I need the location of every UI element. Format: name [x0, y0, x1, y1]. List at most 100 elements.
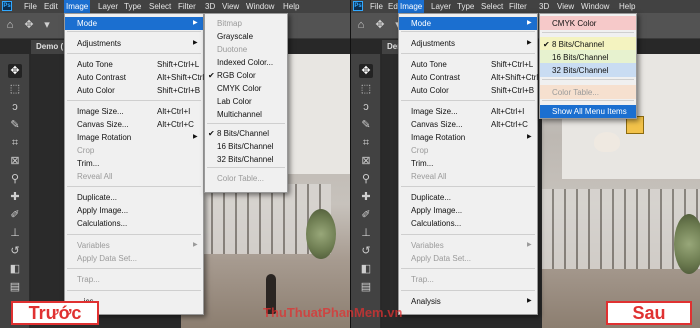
image-menu-item[interactable]: Trim... [399, 157, 537, 170]
menu-layer[interactable]: Layer [429, 0, 453, 13]
image-menu-item[interactable]: Image Size... Alt+Ctrl+I [399, 105, 537, 118]
move-tool-icon[interactable]: ✥ [359, 64, 373, 78]
image-menu-item[interactable]: Adjustments ▶ [399, 37, 537, 50]
menu-help[interactable]: Help [281, 0, 301, 13]
eyedropper-tool-icon[interactable]: ⚲ [8, 172, 22, 186]
image-menu-item[interactable]: Apply Image... [399, 204, 537, 217]
document-tab[interactable]: Demo ( [31, 40, 67, 54]
menu-file[interactable]: File [22, 0, 39, 13]
menu-item-label: Reveal All [77, 172, 113, 181]
menu-view[interactable]: View [220, 0, 241, 13]
mode-menu-item[interactable]: 32 Bits/Channel [540, 64, 636, 77]
image-menu-item[interactable]: Auto Tone Shift+Ctrl+L [399, 58, 537, 71]
image-menu-item[interactable]: Canvas Size... Alt+Ctrl+C [65, 118, 203, 131]
menu-filter[interactable]: Filter [507, 0, 529, 13]
clone-stamp-icon[interactable]: ⊥ [359, 226, 373, 240]
plant [674, 214, 700, 274]
quick-select-tool-icon[interactable]: ✎ [8, 118, 22, 132]
mode-menu-item[interactable]: Indexed Color... [205, 56, 287, 69]
gradient-tool-icon[interactable]: ▤ [8, 280, 22, 294]
brush-tool-icon[interactable]: ✐ [8, 208, 22, 222]
image-menu-item[interactable]: Auto Contrast Alt+Shift+Ctrl+L [65, 71, 213, 84]
menu-help[interactable]: Help [617, 0, 637, 13]
menu-view[interactable]: View [555, 0, 576, 13]
image-menu-item[interactable]: Duplicate... [65, 191, 203, 204]
marquee-tool-icon[interactable]: ⬚ [359, 82, 373, 96]
marquee-tool-icon[interactable]: ⬚ [8, 82, 22, 96]
mode-menu-item[interactable]: Show All Menu Items [540, 105, 636, 118]
menu-3d[interactable]: 3D [537, 0, 551, 13]
image-menu-item[interactable]: Auto Color Shift+Ctrl+B [65, 84, 203, 97]
mode-menu-item[interactable]: Multichannel [205, 108, 287, 121]
menu-image[interactable]: Image [398, 0, 425, 13]
eyedropper-tool-icon[interactable]: ⚲ [359, 172, 373, 186]
image-menu-item[interactable]: Auto Tone Shift+Ctrl+L [65, 58, 203, 71]
menu-select[interactable]: Select [147, 0, 173, 13]
clone-stamp-icon[interactable]: ⊥ [8, 226, 22, 240]
menu-item-label: CMYK Color [552, 19, 597, 28]
image-menu-item[interactable]: Auto Color Shift+Ctrl+B [399, 84, 537, 97]
mode-menu-item[interactable]: ✔ RGB Color [205, 69, 287, 82]
menu-3d[interactable]: 3D [203, 0, 217, 13]
lasso-tool-icon[interactable]: ↄ [359, 100, 373, 114]
image-menu-item[interactable]: Mode ▶ [65, 17, 203, 30]
lasso-tool-icon[interactable]: ↄ [8, 100, 22, 114]
submenu-arrow-icon: ▶ [527, 20, 532, 26]
image-menu-item[interactable]: Mode ▶ [399, 17, 537, 30]
image-menu-item[interactable]: Auto Contrast Alt+Shift+Ctrl+L [399, 71, 547, 84]
mode-menu-item[interactable]: CMYK Color [540, 17, 636, 30]
image-menu-item[interactable]: Image Rotation ▶ [65, 131, 203, 144]
image-menu-item[interactable]: Calculations... [65, 217, 203, 230]
move-tool-icon[interactable]: ✥ [22, 18, 36, 32]
frame-tool-icon[interactable]: ⊠ [359, 154, 373, 168]
image-menu-item[interactable]: Analysis ▶ [399, 295, 537, 308]
image-menu-item[interactable]: Image Rotation ▶ [399, 131, 537, 144]
menu-window[interactable]: Window [244, 0, 276, 13]
gradient-tool-icon[interactable]: ▤ [359, 280, 373, 294]
quick-select-tool-icon[interactable]: ✎ [359, 118, 373, 132]
menu-item-label: 8 Bits/Channel [217, 129, 270, 138]
crop-tool-icon[interactable]: ⌗ [359, 136, 373, 150]
image-menu-item[interactable]: Image Size... Alt+Ctrl+I [65, 105, 203, 118]
image-menu-item[interactable]: Trim... [65, 157, 203, 170]
healing-brush-icon[interactable]: ✚ [359, 190, 373, 204]
frame-tool-icon[interactable]: ⊠ [8, 154, 22, 168]
mode-menu-item[interactable]: 16 Bits/Channel [205, 140, 287, 153]
mode-menu-item[interactable]: Grayscale [205, 30, 287, 43]
menu-type[interactable]: Type [122, 0, 143, 13]
move-tool-icon[interactable]: ✥ [373, 18, 387, 32]
move-tool-icon[interactable]: ✥ [8, 64, 22, 78]
menu-select[interactable]: Select [479, 0, 505, 13]
menu-shortcut: Alt+Ctrl+I [157, 107, 191, 116]
image-menu-item[interactable]: Adjustments ▶ [65, 37, 203, 50]
home-icon[interactable]: ⌂ [3, 18, 17, 32]
eraser-tool-icon[interactable]: ◧ [359, 262, 373, 276]
image-menu-item[interactable]: Canvas Size... Alt+Ctrl+C [399, 118, 537, 131]
brush-tool-icon[interactable]: ✐ [359, 208, 373, 222]
healing-brush-icon[interactable]: ✚ [8, 190, 22, 204]
home-icon[interactable]: ⌂ [354, 18, 368, 32]
eraser-tool-icon[interactable]: ◧ [8, 262, 22, 276]
crop-tool-icon[interactable]: ⌗ [8, 136, 22, 150]
mode-menu-item[interactable]: 32 Bits/Channel [205, 153, 287, 166]
image-menu-item[interactable]: Apply Image... [65, 204, 203, 217]
menu-type[interactable]: Type [455, 0, 476, 13]
menu-item-label: Trim... [411, 159, 434, 168]
menu-edit[interactable]: Edit [42, 0, 60, 13]
history-brush-icon[interactable]: ↺ [8, 244, 22, 258]
menu-item-label: 8 Bits/Channel [552, 40, 605, 49]
image-menu-item[interactable]: Calculations... [399, 217, 537, 230]
image-menu-item[interactable]: Duplicate... [399, 191, 537, 204]
mode-menu-item[interactable]: ✔ 8 Bits/Channel [205, 127, 287, 140]
menu-layer[interactable]: Layer [96, 0, 120, 13]
mode-menu-item[interactable]: Lab Color [205, 95, 287, 108]
image-menu-item: Crop [65, 144, 203, 157]
menu-file[interactable]: File [368, 0, 385, 13]
menu-image[interactable]: Image [64, 0, 91, 13]
history-brush-icon[interactable]: ↺ [359, 244, 373, 258]
panel-before: Ps File Edit Image Layer Type Select Fil… [0, 0, 350, 328]
menu-filter[interactable]: Filter [176, 0, 198, 13]
dropdown-icon[interactable]: ▾ [40, 18, 54, 32]
menu-window[interactable]: Window [579, 0, 611, 13]
mode-menu-item[interactable]: CMYK Color [205, 82, 287, 95]
